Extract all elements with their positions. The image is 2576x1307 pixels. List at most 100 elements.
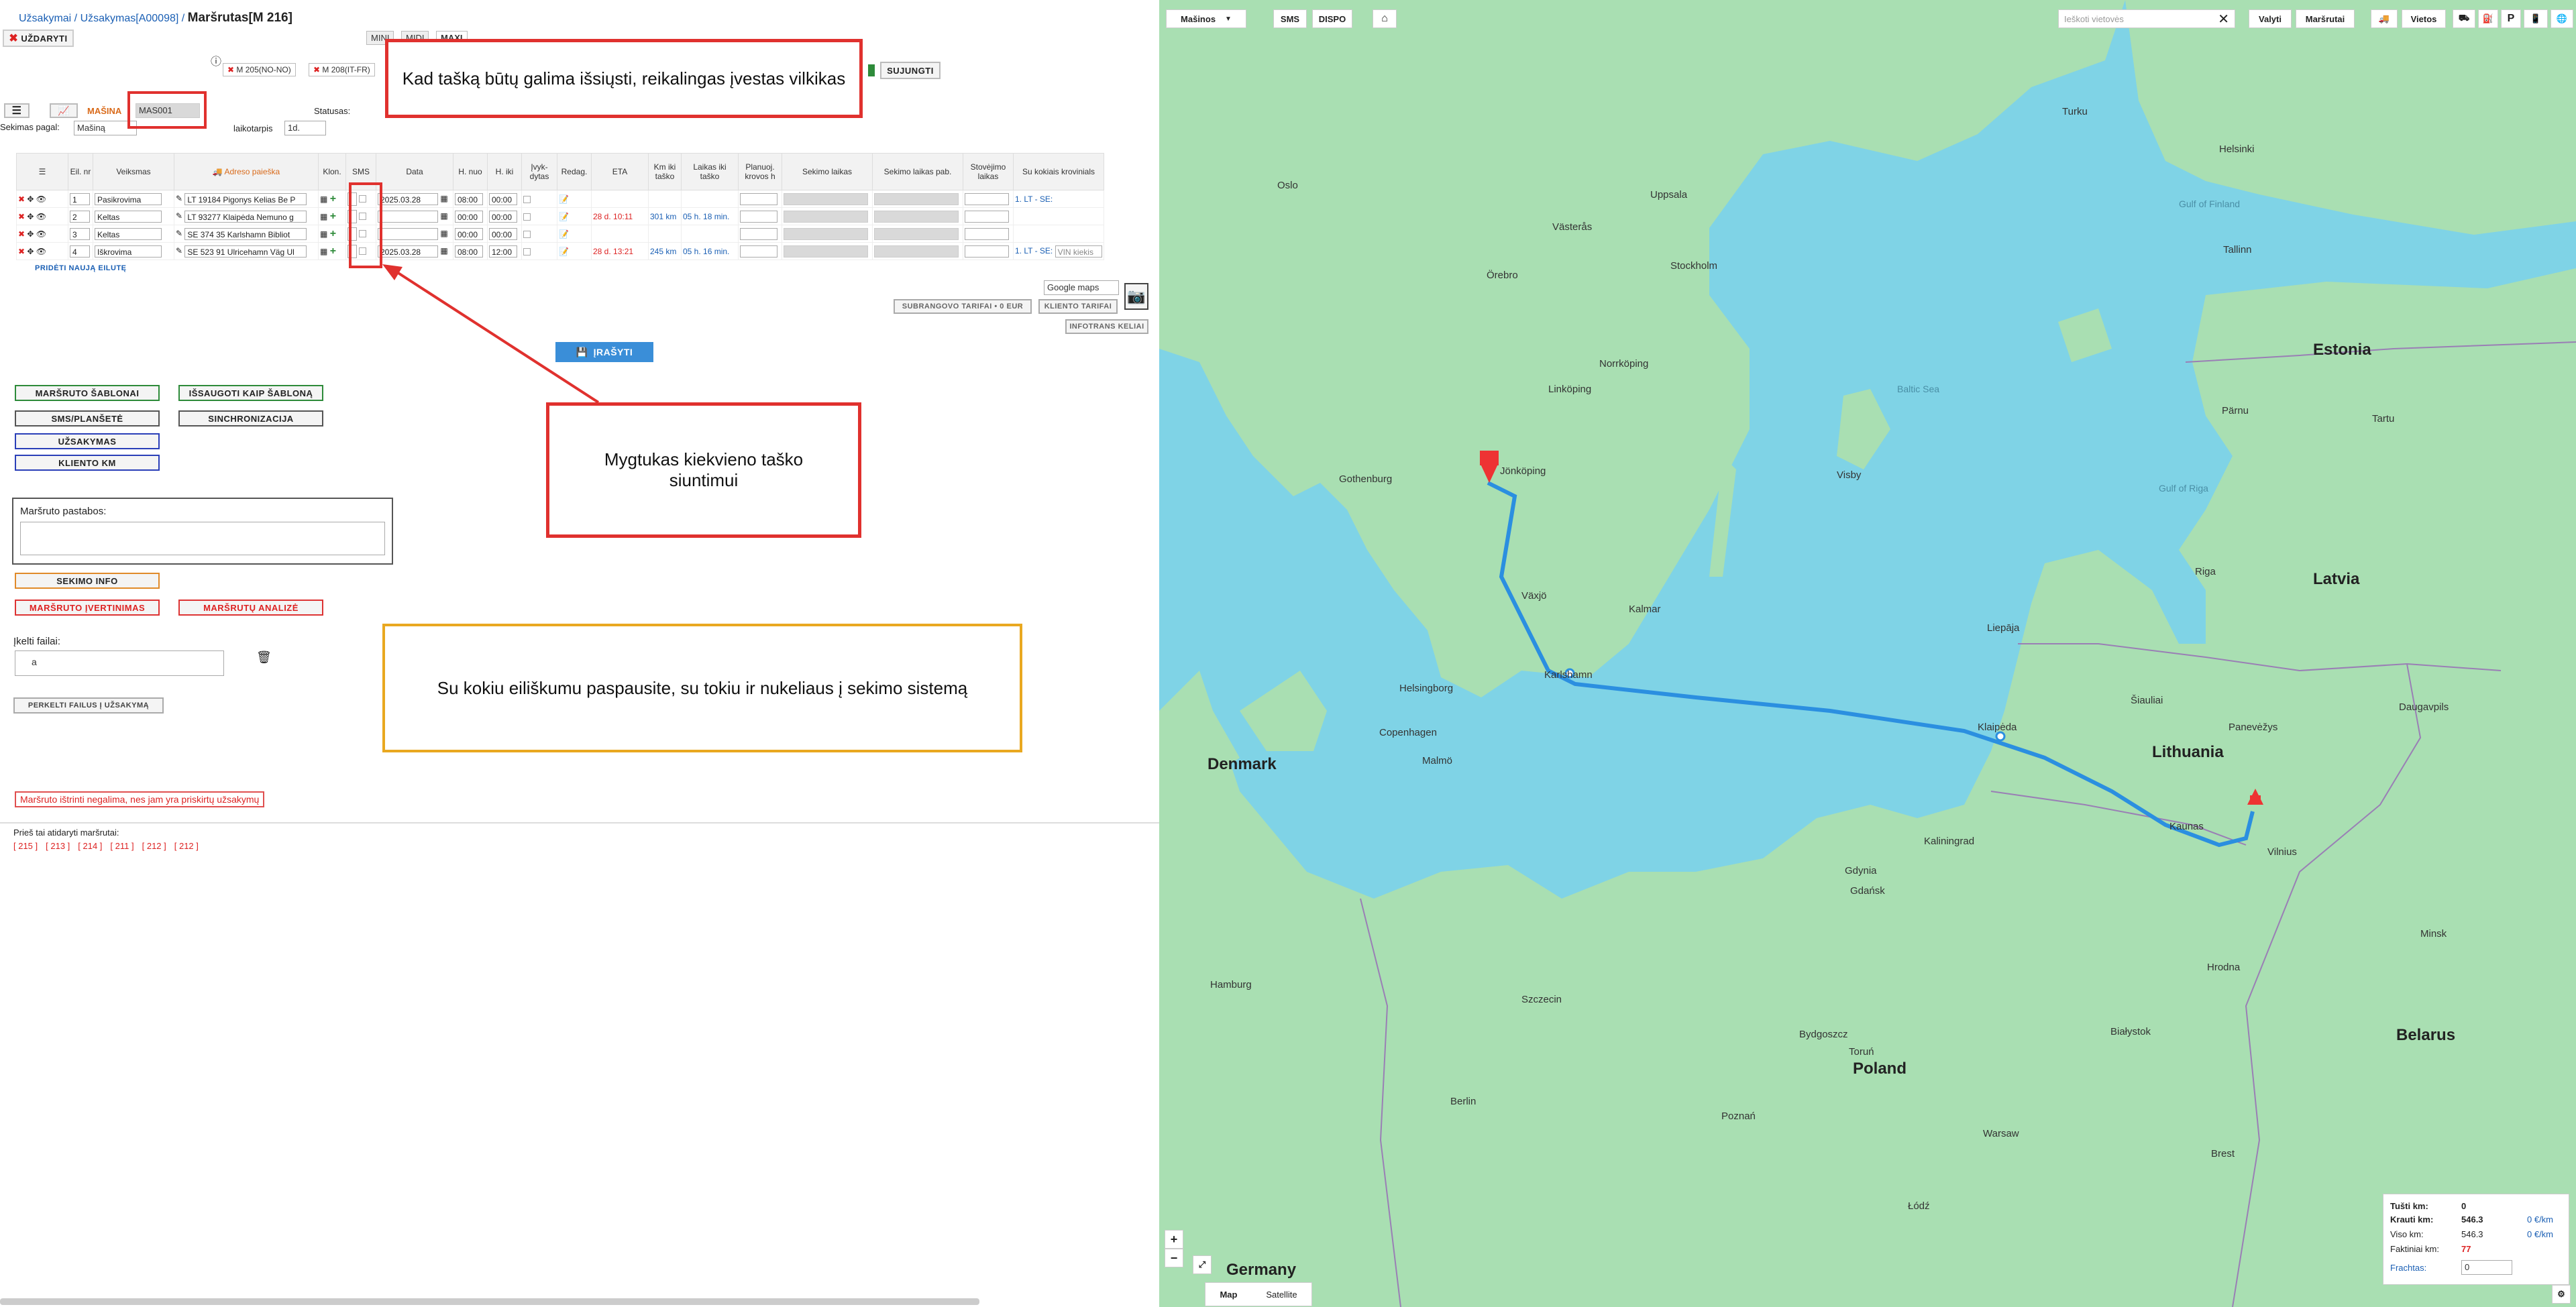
label-vilnius: Vilnius	[2267, 846, 2297, 858]
total-km-label: Viso km:	[2390, 1229, 2424, 1239]
trash-icon[interactable]: 🗑	[256, 650, 272, 665]
freight-input[interactable]: 0	[2461, 1260, 2512, 1275]
uploaded-file-item[interactable]: a	[15, 650, 224, 676]
land-gotland	[1837, 389, 1890, 469]
label-latvia: Latvia	[2313, 570, 2360, 588]
land-saaremaa	[2058, 308, 2112, 362]
previous-route-link[interactable]: [ 214 ]	[78, 841, 102, 851]
home-icon[interactable]: ⌂	[1373, 9, 1397, 28]
truck-icon[interactable]: 🚚	[2371, 9, 2398, 28]
tracking-info-button[interactable]: SEKIMO INFO	[15, 573, 160, 589]
map-view[interactable]: Estonia Latvia Lithuania Denmark Poland …	[1159, 0, 2576, 1307]
map-type-satellite[interactable]: Satellite	[1266, 1290, 1297, 1300]
divider	[0, 822, 1159, 823]
label-jonkoping: Jönköping	[1500, 465, 1546, 477]
parking-icon[interactable]: P	[2501, 9, 2521, 28]
dispo-button[interactable]: DISPO	[1312, 9, 1352, 28]
previous-route-link[interactable]: [ 213 ]	[46, 841, 70, 851]
label-norrkoping: Norrköping	[1599, 358, 1649, 370]
map-type-map[interactable]: Map	[1220, 1290, 1237, 1300]
callout-order-sequence: Su kokiu eiliškumu paspausite, su tokiu …	[382, 624, 1022, 752]
fullscreen-icon[interactable]: ⤢	[1193, 1255, 1212, 1274]
location-search[interactable]: Ieškoti vietovės ✕	[2058, 9, 2235, 28]
label-lithuania: Lithuania	[2152, 743, 2224, 761]
clear-button[interactable]: Valyti	[2249, 9, 2292, 28]
label-parnu: Pärnu	[2222, 405, 2249, 416]
label-bydgoszcz: Bydgoszcz	[1799, 1029, 1848, 1040]
phone-icon[interactable]: 📱	[2524, 9, 2548, 28]
label-panevezys: Panevėžys	[2229, 722, 2278, 733]
sms-button[interactable]: SMS	[1273, 9, 1307, 28]
layers-icon[interactable]: ⛟	[2453, 9, 2475, 28]
label-berlin: Berlin	[1450, 1096, 1477, 1107]
vehicles-dropdown[interactable]: Mašinos ▼	[1166, 9, 1246, 28]
marker-klaipeda[interactable]	[1995, 731, 2006, 742]
label-gdynia: Gdynia	[1845, 865, 1877, 876]
label-vasteras: Västerås	[1552, 221, 1593, 233]
label-siauliai: Šiauliai	[2131, 695, 2163, 706]
label-kaunas: Kaunas	[2169, 821, 2204, 832]
map-type-toggle[interactable]: Map Satellite	[1205, 1282, 1312, 1306]
horizontal-scrollbar[interactable]	[0, 1298, 979, 1305]
search-placeholder: Ieškoti vietovės	[2064, 13, 2124, 24]
previous-routes-list: [ 215 ] [ 213 ] [ 214 ] [ 211 ] [ 212 ] …	[13, 841, 199, 851]
chevron-down-icon: ▼	[1225, 15, 1232, 23]
route-analysis-button[interactable]: MARŠRUTŲ ANALIZĖ	[178, 600, 323, 616]
label-poznan: Poznań	[1721, 1111, 1756, 1122]
label-gulf-of-riga: Gulf of Riga	[2159, 483, 2208, 494]
label-helsingborg: Helsingborg	[1399, 683, 1454, 694]
callout-arrow	[396, 271, 600, 404]
label-brest: Brest	[2211, 1148, 2235, 1159]
map-canvas	[1159, 0, 2576, 1307]
label-stockholm: Stockholm	[1670, 260, 1718, 272]
label-copenhagen: Copenhagen	[1379, 727, 1437, 738]
label-klaipeda: Klaipėda	[1978, 722, 2017, 733]
label-belarus: Belarus	[2396, 1026, 2456, 1044]
label-helsinki: Helsinki	[2219, 144, 2255, 155]
label-oslo: Oslo	[1277, 180, 1298, 191]
previous-route-link[interactable]: [ 212 ]	[174, 841, 199, 851]
label-riga: Riga	[2195, 566, 2216, 577]
loaded-km-label: Krauti km:	[2390, 1214, 2434, 1225]
previous-route-link[interactable]: [ 212 ]	[142, 841, 166, 851]
actual-km-label: Faktiniai km:	[2390, 1244, 2439, 1254]
label-turku: Turku	[2062, 106, 2088, 117]
label-daugavpils: Daugavpils	[2399, 701, 2449, 713]
close-icon[interactable]: ✕	[2218, 11, 2229, 27]
label-tallinn: Tallinn	[2223, 244, 2252, 255]
routes-button[interactable]: Maršrutai	[2296, 9, 2355, 28]
empty-km-label: Tušti km:	[2390, 1201, 2428, 1211]
settings-icon[interactable]: ⚙	[2552, 1285, 2571, 1304]
label-kalmar: Kalmar	[1629, 604, 1661, 615]
label-estonia: Estonia	[2313, 341, 2371, 359]
label-warsaw: Warsaw	[1983, 1128, 2019, 1139]
label-szczecin: Szczecin	[1521, 994, 1562, 1005]
fuel-icon[interactable]: ⛽	[2478, 9, 2498, 28]
label-linkoping: Linköping	[1548, 384, 1592, 395]
places-button[interactable]: Vietos	[2402, 9, 2446, 28]
move-files-button[interactable]: PERKELTI FAILUS Į UŽSAKYMĄ	[13, 697, 164, 714]
callout-vehicle-required: Kad tašką būtų galima išsiųsti, reikalin…	[385, 39, 863, 118]
route-rating-button[interactable]: MARŠRUTO ĮVERTINIMAS	[15, 600, 160, 616]
zoom-in-button[interactable]: +	[1165, 1230, 1183, 1249]
globe-icon[interactable]: 🌐	[2551, 9, 2573, 28]
label-tartu: Tartu	[2372, 413, 2395, 424]
callout-send-button: Mygtukas kiekvieno taško siuntimui	[546, 402, 861, 538]
label-uppsala: Uppsala	[1650, 189, 1688, 201]
land-scandinavia	[1159, 0, 2125, 697]
zoom-out-button[interactable]: −	[1165, 1249, 1183, 1267]
route-stats-panel: Tušti km: 0 Krauti km: 546.3 0 €/km Viso…	[2383, 1194, 2569, 1285]
label-lodz: Łódź	[1908, 1200, 1930, 1212]
previous-route-link[interactable]: [ 215 ]	[13, 841, 38, 851]
cannot-delete-warning: Maršruto ištrinti negalima, nes jam yra …	[15, 791, 265, 807]
label-gulf-of-finland: Gulf of Finland	[2179, 198, 2241, 209]
label-karlshamn: Karlshamn	[1544, 669, 1593, 681]
vehicles-label: Mašinos	[1181, 13, 1216, 24]
label-hrodna: Hrodna	[2207, 962, 2241, 973]
label-torun: Toruń	[1849, 1046, 1874, 1058]
label-visby: Visby	[1837, 469, 1862, 481]
previous-route-link[interactable]: [ 211 ]	[110, 841, 133, 851]
total-km-value: 546.3	[2461, 1229, 2483, 1239]
label-denmark: Denmark	[1208, 755, 1277, 773]
label-hamburg: Hamburg	[1210, 979, 1252, 990]
